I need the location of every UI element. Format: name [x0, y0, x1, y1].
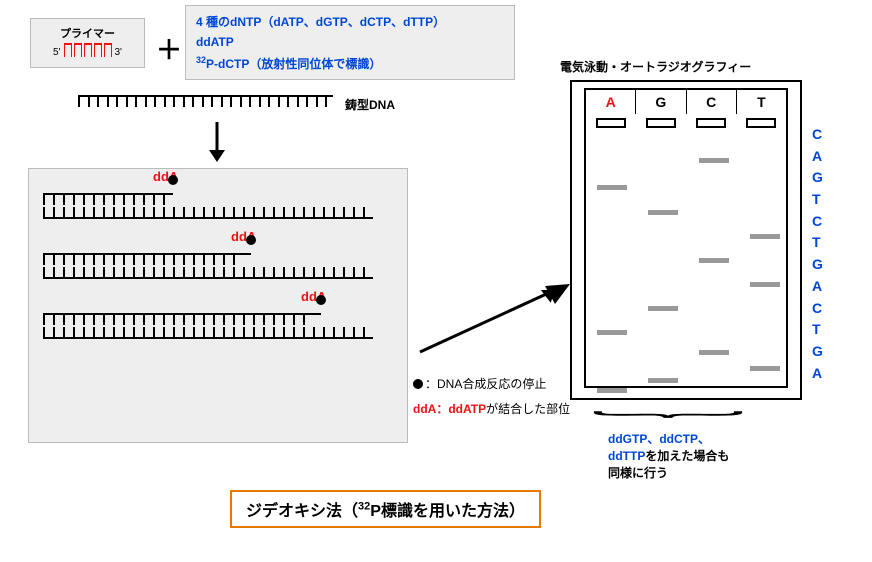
fragment-row: ddA [43, 253, 393, 279]
well-icon [746, 118, 776, 128]
primer-box: プライマー 5' 3' [30, 18, 145, 68]
gel-band [750, 282, 780, 287]
gel-panel: A G C T [570, 80, 802, 400]
primer-label: プライマー [37, 25, 138, 41]
reaction-products-box: ddA ddA ddA [28, 168, 408, 443]
gel-band [597, 330, 627, 335]
gel-band [750, 366, 780, 371]
gel-band [699, 258, 729, 263]
primer-icon [63, 43, 113, 57]
gel-note: ddGTP、ddCTP、ddTTPを加えた場合も 同様に行う [608, 430, 729, 481]
gel-band [648, 210, 678, 215]
legend-stop: ：DNA合成反応の停止 [413, 375, 570, 392]
dot-icon [413, 379, 423, 389]
arrow-down-icon [205, 122, 229, 165]
well-row [586, 118, 786, 132]
lane-label-C: C [687, 90, 737, 114]
well-icon [696, 118, 726, 128]
gel-band [648, 378, 678, 383]
gel-band [597, 185, 627, 190]
lane-label-T: T [737, 90, 786, 114]
gel-lane-header: A G C T [586, 90, 786, 114]
lane-label-A: A [586, 90, 636, 114]
gel-band [750, 234, 780, 239]
figure-title: ジデオキシ法（32P標識を用いた方法） [230, 490, 541, 528]
well-icon [646, 118, 676, 128]
gel-band [699, 158, 729, 163]
ingredient-ddatp: ddATP [196, 32, 504, 52]
sequence-readout: CAGTCTGACTGA [812, 124, 823, 384]
gel-band [597, 388, 627, 393]
gel-band [699, 350, 729, 355]
ingredient-p32dctp: 32P-dCTP（放射性同位体で標識） [196, 53, 504, 74]
lane-label-G: G [636, 90, 686, 114]
template-dna-label: 鋳型DNA [345, 96, 395, 113]
plus-sign: ＋ [156, 30, 182, 67]
gel-band [648, 306, 678, 311]
well-icon [596, 118, 626, 128]
arrow-to-gel-icon [415, 280, 575, 363]
ingredient-dntp: 4 種のdNTP（dATP、dGTP、dCTP、dTTP） [196, 12, 504, 32]
ingredients-box: 4 種のdNTP（dATP、dGTP、dCTP、dTTP） ddATP 32P-… [185, 5, 515, 80]
fragment-row: ddA [43, 193, 393, 219]
primer-5prime: 5' [53, 47, 60, 58]
primer-3prime: 3' [115, 47, 122, 58]
legend-dda: ddA：ddATPが結合した部位 [413, 400, 570, 417]
legend: ：DNA合成反応の停止 ddA：ddATPが結合した部位 [413, 375, 570, 417]
fragment-row: ddA [43, 313, 393, 339]
template-dna-icon [78, 95, 333, 119]
gel-title: 電気泳動・オートラジオグラフィー [560, 58, 751, 75]
